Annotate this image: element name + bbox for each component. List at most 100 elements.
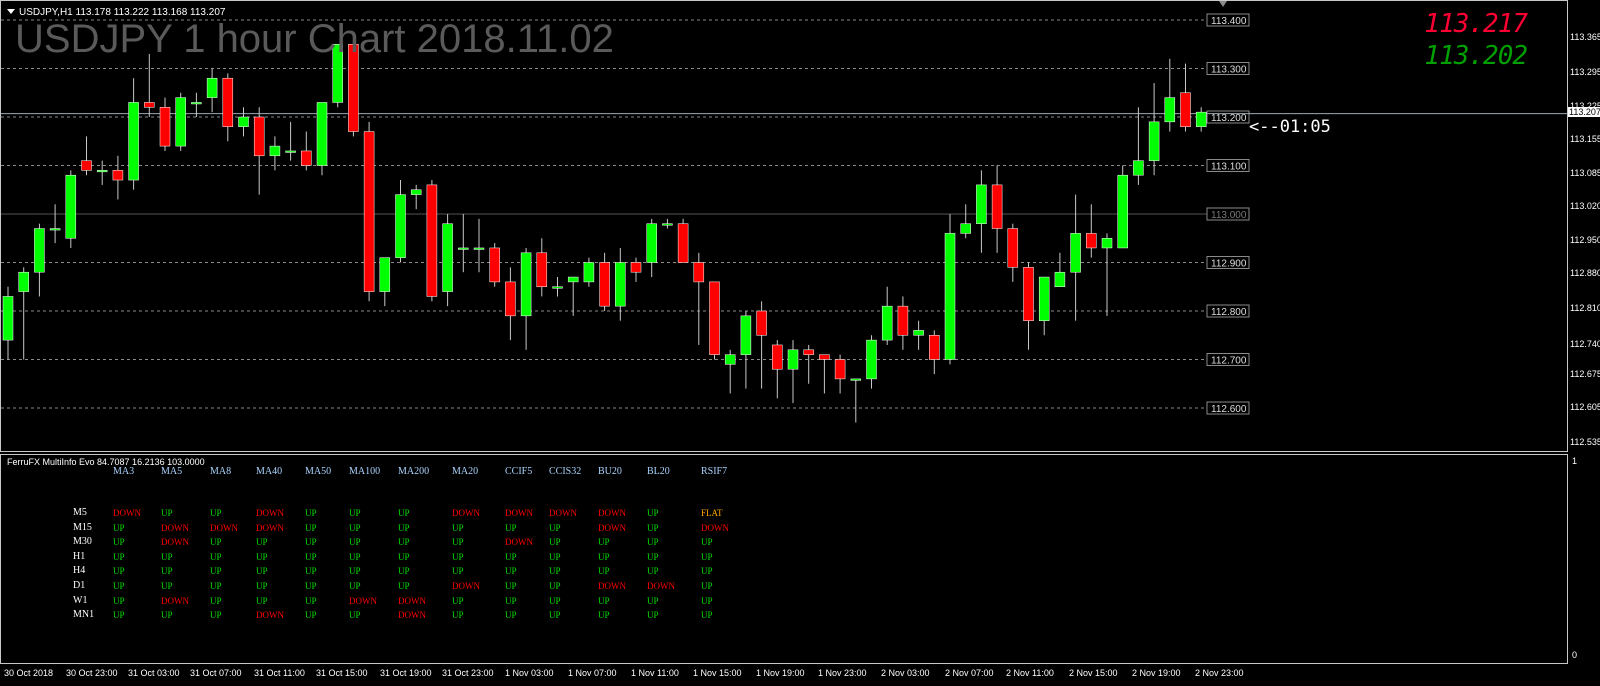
candle-body bbox=[662, 223, 673, 226]
multiinfo-signal: DOWN bbox=[161, 522, 189, 533]
multiinfo-signal: UP bbox=[161, 551, 173, 562]
multiinfo-signal: DOWN bbox=[647, 581, 675, 591]
time-tick-label: 31 Oct 19:00 bbox=[380, 668, 432, 678]
multiinfo-signal: UP bbox=[549, 537, 561, 548]
candle-body bbox=[144, 102, 155, 108]
multiinfo-signal: DOWN bbox=[505, 508, 533, 518]
multiinfo-signal: UP bbox=[598, 566, 610, 577]
multiinfo-column-header: BL20 bbox=[647, 466, 670, 477]
candle-body bbox=[458, 247, 469, 250]
multiinfo-signal: DOWN bbox=[256, 610, 284, 621]
multiinfo-signal: UP bbox=[256, 566, 268, 577]
candle-body bbox=[520, 252, 532, 317]
multiinfo-signal: UP bbox=[210, 508, 222, 518]
candle-body bbox=[552, 286, 563, 289]
multiinfo-signal: UP bbox=[256, 551, 268, 562]
candle-body bbox=[379, 257, 391, 292]
bid-price: 113.202 bbox=[1424, 41, 1528, 71]
candle-body bbox=[1086, 233, 1097, 249]
candlestick-chart[interactable]: 113.400 113.300 113.200 113.100 113.000 112.9… bbox=[1, 1, 1567, 451]
multiinfo-signal: UP bbox=[549, 610, 561, 621]
time-tick-label: 31 Oct 23:00 bbox=[442, 668, 494, 678]
multiinfo-signal: UP bbox=[505, 551, 517, 562]
level-label: 112.900 bbox=[1211, 259, 1247, 270]
multiinfo-column-header: MA50 bbox=[305, 466, 332, 477]
time-tick-label: 1 Nov 23:00 bbox=[818, 668, 867, 678]
multiinfo-table: MA3 MA5 MA8 MA40 MA50 MA100 MA200 MA20 CCIF5 CCIS… bbox=[1, 455, 1561, 655]
multiinfo-signal: UP bbox=[398, 566, 410, 577]
price-tick-label: 113.365 bbox=[1570, 32, 1600, 42]
multiinfo-signal: DOWN bbox=[349, 595, 377, 606]
multiinfo-signal: UP bbox=[549, 522, 561, 533]
multiinfo-signal: UP bbox=[113, 595, 125, 606]
time-tick-label: 30 Oct 2018 bbox=[4, 668, 54, 678]
multiinfo-signal: UP bbox=[349, 551, 361, 562]
multiinfo-column-header: CCIF5 bbox=[505, 466, 533, 477]
candle-body bbox=[442, 223, 453, 292]
indicator-scale-bottom: 0 bbox=[1572, 650, 1578, 660]
candle-body bbox=[206, 77, 218, 98]
multiinfo-signal: UP bbox=[161, 610, 173, 621]
price-axis[interactable]: 113.365113.295113.225113.155113.085113.0… bbox=[1568, 0, 1600, 452]
indicator-panel[interactable]: FerruFX MultiInfo Evo 84.7087 16.2136 10… bbox=[0, 454, 1568, 664]
multiinfo-signal: UP bbox=[549, 551, 561, 562]
multiinfo-signal: UP bbox=[701, 581, 713, 591]
candle-body bbox=[1195, 111, 1207, 127]
time-tick-label: 1 Nov 03:00 bbox=[505, 668, 554, 678]
multiinfo-signal: UP bbox=[701, 566, 713, 577]
time-tick-label: 1 Nov 15:00 bbox=[693, 668, 742, 678]
candle-body bbox=[238, 116, 249, 127]
level-label: 113.000 bbox=[1211, 210, 1247, 221]
multiinfo-signal: DOWN bbox=[452, 508, 480, 518]
multiinfo-signal: UP bbox=[210, 610, 222, 621]
multiinfo-signal: UP bbox=[701, 595, 713, 606]
level-label: 113.300 bbox=[1211, 65, 1247, 76]
candle-body bbox=[159, 107, 171, 147]
chart-menu-triangle-icon[interactable] bbox=[7, 9, 15, 14]
multiinfo-signal: UP bbox=[305, 508, 317, 518]
multiinfo-signal: UP bbox=[398, 522, 410, 533]
multiinfo-timeframe-label: MN1 bbox=[73, 609, 95, 621]
candle-body bbox=[2, 296, 14, 341]
candle-body bbox=[772, 344, 783, 370]
ask-price: 113.217 bbox=[1424, 9, 1528, 39]
multiinfo-timeframe-label: H4 bbox=[73, 565, 86, 577]
price-tick-label: 112.740 bbox=[1570, 339, 1600, 349]
candle-body bbox=[599, 262, 610, 307]
price-tick-label: 112.810 bbox=[1570, 303, 1600, 313]
price-tick-label: 112.605 bbox=[1570, 402, 1600, 412]
multiinfo-signal: UP bbox=[210, 595, 222, 606]
multiinfo-timeframe-label: M5 bbox=[73, 507, 87, 518]
multiinfo-column-header: MA3 bbox=[113, 466, 135, 477]
time-tick-label: 1 Nov 07:00 bbox=[568, 668, 617, 678]
multiinfo-signal: FLAT bbox=[701, 508, 723, 518]
candle-body bbox=[473, 247, 485, 250]
candle-body bbox=[1164, 97, 1176, 123]
candle-body bbox=[363, 131, 375, 292]
candle-body bbox=[489, 247, 500, 283]
price-tick-label: 113.155 bbox=[1570, 134, 1600, 144]
price-chart-panel[interactable]: 113.400 113.300 113.200 113.100 113.000 112.9… bbox=[0, 0, 1568, 452]
price-tick-label: 113.020 bbox=[1570, 201, 1600, 211]
time-tick-label: 2 Nov 23:00 bbox=[1195, 668, 1244, 678]
candle-body bbox=[1180, 92, 1191, 127]
candle-body bbox=[834, 359, 846, 380]
time-tick-label: 2 Nov 15:00 bbox=[1069, 668, 1118, 678]
candle-body bbox=[709, 281, 720, 355]
candle-body bbox=[96, 170, 108, 173]
time-tick-label: 1 Nov 11:00 bbox=[631, 668, 679, 678]
level-label: 112.600 bbox=[1211, 404, 1247, 415]
time-tick-label: 2 Nov 19:00 bbox=[1132, 668, 1181, 678]
multiinfo-timeframe-label: D1 bbox=[73, 580, 86, 591]
candle-body bbox=[724, 354, 736, 365]
candle-body bbox=[191, 102, 202, 105]
candle-body bbox=[1117, 174, 1128, 249]
multiinfo-signal: DOWN bbox=[549, 508, 577, 518]
candle-body bbox=[850, 378, 862, 381]
multiinfo-signal: UP bbox=[598, 537, 610, 548]
candle-body bbox=[929, 335, 940, 360]
multiinfo-signal: UP bbox=[349, 522, 361, 533]
time-axis[interactable]: 30 Oct 2018 30 Oct 23:00 31 Oct 03:00 31 Oc… bbox=[0, 664, 1600, 686]
candle-body bbox=[693, 262, 705, 283]
multiinfo-signal: DOWN bbox=[256, 508, 284, 518]
